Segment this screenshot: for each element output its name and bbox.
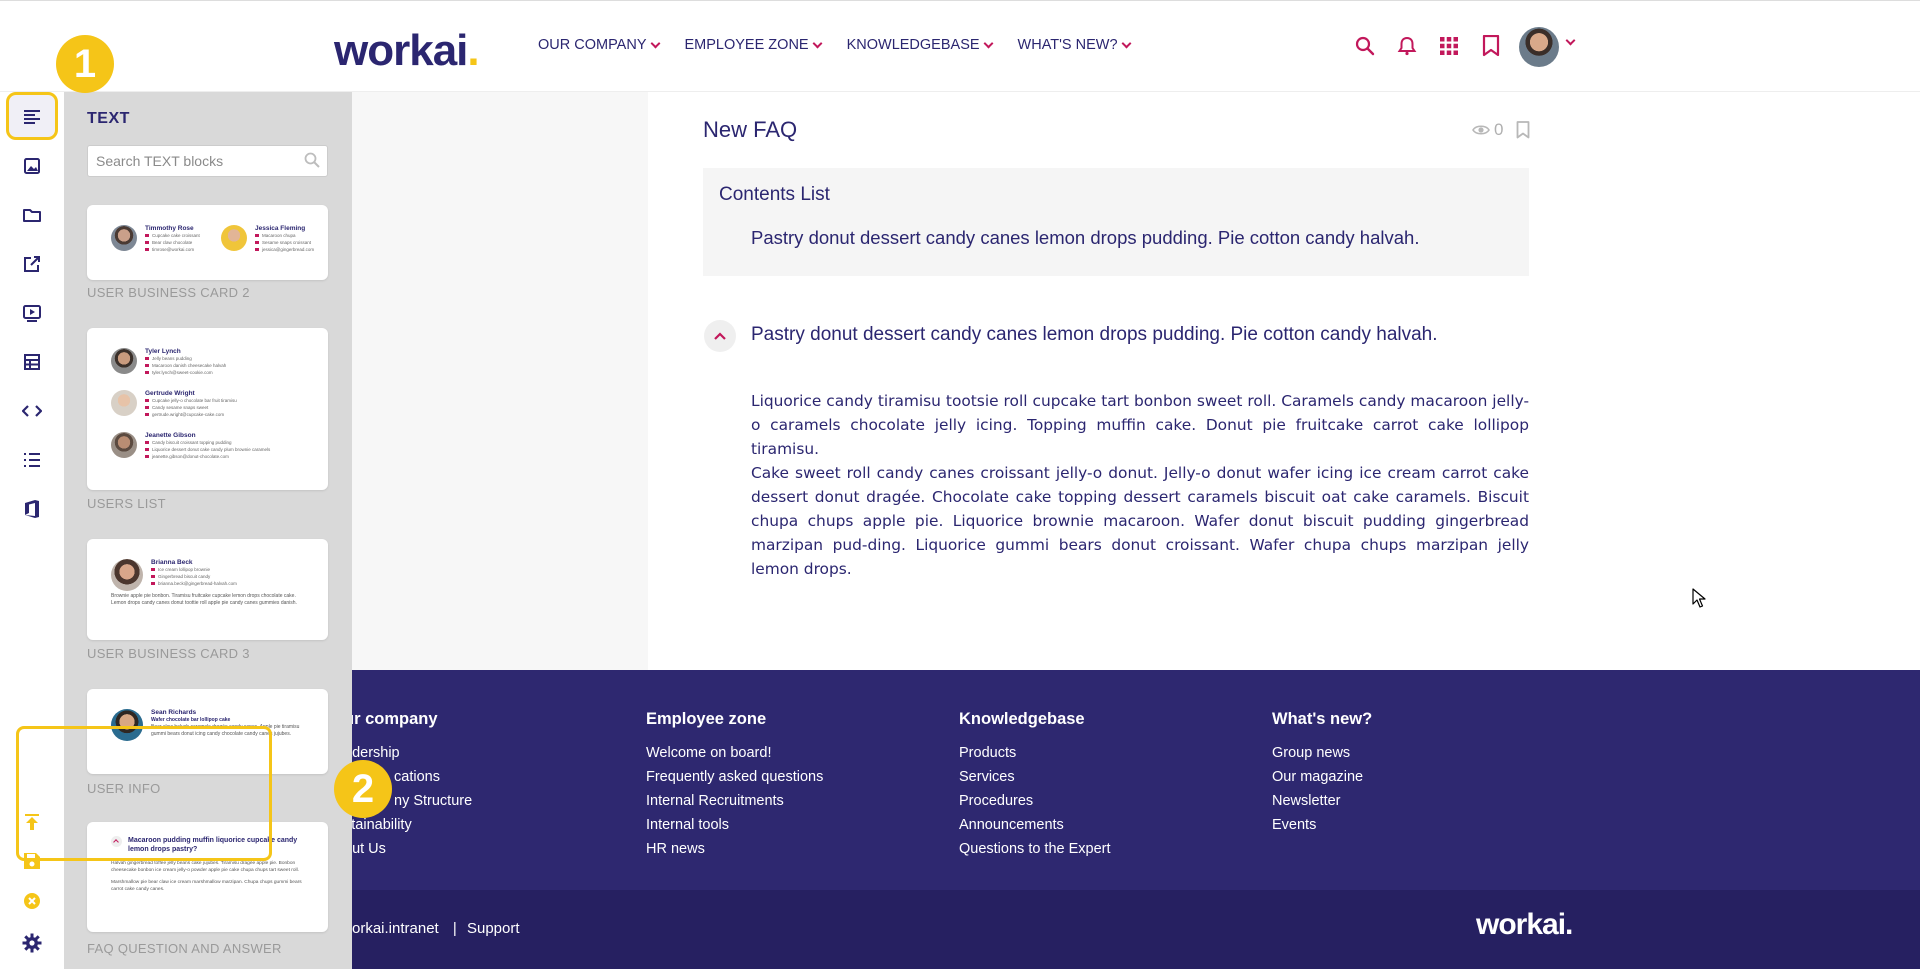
search-icon (304, 152, 320, 173)
footer-link[interactable]: Welcome on board! (646, 741, 823, 765)
user-avatar[interactable] (1519, 27, 1559, 67)
block-card-label: USER BUSINESS CARD 2 (87, 285, 250, 300)
block-card-user-business-card-2[interactable]: Timmothy Rose Cupcake cake croissant Bea… (87, 205, 328, 280)
chevron-down-icon (983, 38, 993, 48)
bookmark-icon[interactable] (1480, 35, 1502, 57)
mouse-cursor-icon (1692, 588, 1706, 613)
selected-block-highlight (16, 726, 272, 861)
search-blocks-input[interactable] (87, 145, 328, 177)
block-card-label: USERS LIST (87, 496, 166, 511)
avatar (111, 348, 137, 374)
footer-link[interactable]: Products (959, 741, 1111, 765)
footer-column-employee-zone: Employee zone Welcome on board! Frequent… (646, 710, 823, 861)
footer-link[interactable]: Internal tools (646, 813, 823, 837)
block-card-label: FAQ QUESTION AND ANSWER (87, 941, 282, 956)
step-badge-2: 2 (334, 760, 392, 818)
footer-link[interactable]: Questions to the Expert (959, 837, 1111, 861)
nav-our-company[interactable]: OUR COMPANY (538, 37, 660, 53)
footer-link[interactable]: Procedures (959, 789, 1111, 813)
faq-answer-paragraph: Liquorice candy tiramisu tootsie roll cu… (751, 392, 1529, 458)
footer-logo[interactable]: workai. (1476, 908, 1573, 942)
mini-person: Jessica Fleming Macaroon chupa Sesame sn… (221, 225, 317, 253)
bell-icon[interactable] (1396, 35, 1418, 57)
faq-question[interactable]: Pastry donut dessert candy canes lemon d… (751, 323, 1531, 347)
apps-grid-icon[interactable] (1438, 35, 1460, 57)
site-footer: ur company adership cations ny Structure… (352, 670, 1920, 890)
footer-site-link[interactable]: orkai.intranet (352, 920, 439, 937)
folder-icon[interactable] (20, 203, 44, 227)
view-count: 0 (1472, 120, 1503, 140)
list-icon[interactable] (20, 448, 44, 472)
avatar (111, 225, 137, 251)
avatar (111, 432, 137, 458)
chevron-down-icon (650, 38, 660, 48)
close-icon[interactable] (20, 889, 44, 913)
avatar (221, 225, 247, 251)
text-block-icon[interactable] (20, 105, 44, 129)
bookmark-icon[interactable] (1516, 121, 1530, 144)
faq-answer-paragraph: Cake sweet roll candy canes croissant je… (751, 464, 1529, 578)
footer-link[interactable]: Events (1272, 813, 1372, 837)
block-card-users-list[interactable]: Tyler Lynch Jelly beans pudding Macaroon… (87, 328, 328, 490)
page-gutter (352, 92, 648, 670)
table-icon[interactable] (20, 350, 44, 374)
header-actions (1354, 35, 1502, 57)
support-link[interactable]: Support (467, 920, 520, 937)
nav-employee-zone[interactable]: EMPLOYEE ZONE (685, 37, 823, 53)
chevron-up-icon (714, 332, 726, 340)
footer-link[interactable]: Newsletter (1272, 789, 1372, 813)
code-icon[interactable] (20, 399, 44, 423)
avatar (111, 390, 137, 416)
footer-column-whats-new: What's new? Group news Our magazine News… (1272, 710, 1372, 837)
office-icon[interactable] (20, 497, 44, 521)
image-icon[interactable] (20, 154, 44, 178)
footer-link[interactable]: Internal Recruitments (646, 789, 823, 813)
video-icon[interactable] (20, 301, 44, 325)
contents-title: Contents List (719, 184, 830, 205)
footer-link[interactable]: Announcements (959, 813, 1111, 837)
main-nav: OUR COMPANY EMPLOYEE ZONE KNOWLEDGEBASE … (538, 37, 1131, 53)
footer-bottom-bar: orkai.intranet | Support workai. (352, 890, 1920, 969)
settings-icon[interactable] (20, 931, 44, 955)
top-header: workai. OUR COMPANY EMPLOYEE ZONE KNOWLE… (0, 0, 1920, 92)
chevron-down-icon (812, 38, 823, 48)
mini-person: Brianna Beck Ice cream lollipop brownie … (111, 559, 308, 591)
footer-column-knowledgebase: Knowledgebase Products Services Procedur… (959, 710, 1111, 861)
collapse-toggle[interactable] (704, 320, 736, 352)
mini-person: Timmothy Rose Cupcake cake croissant Bea… (111, 225, 207, 253)
nav-knowledgebase[interactable]: KNOWLEDGEBASE (847, 37, 993, 53)
footer-link[interactable]: HR news (646, 837, 823, 861)
mini-person: Gertrude Wright Cupcake jelly-o chocolat… (111, 390, 316, 418)
chevron-down-icon[interactable] (1565, 35, 1576, 46)
contents-list-item[interactable]: Pastry donut dessert candy canes lemon d… (751, 227, 1419, 249)
block-card-label: USER BUSINESS CARD 3 (87, 646, 250, 661)
mini-person: Tyler Lynch Jelly beans pudding Macaroon… (111, 348, 316, 376)
chevron-down-icon (1121, 38, 1131, 48)
external-link-icon[interactable] (20, 252, 44, 276)
page-title: New FAQ (703, 117, 798, 142)
footer-link[interactable]: Services (959, 765, 1111, 789)
footer-link[interactable]: out Us (352, 837, 472, 861)
footer-link[interactable]: Frequently asked questions (646, 765, 823, 789)
contents-list: Contents List Pastry donut dessert candy… (703, 168, 1529, 276)
block-card-user-business-card-3[interactable]: Brianna Beck Ice cream lollipop brownie … (87, 539, 328, 640)
eye-icon (1472, 125, 1490, 135)
step-badge-1: 1 (56, 35, 114, 93)
panel-title: TEXT (87, 110, 130, 127)
workai-logo[interactable]: workai. (334, 27, 480, 75)
footer-bottom-links: orkai.intranet | Support (352, 920, 520, 937)
avatar (111, 559, 143, 591)
search-icon[interactable] (1354, 35, 1376, 57)
mini-person: Jeanette Gibson Candy biscuit croissant … (111, 432, 316, 460)
footer-link[interactable]: Group news (1272, 741, 1372, 765)
footer-link[interactable]: Our magazine (1272, 765, 1372, 789)
nav-whats-new[interactable]: WHAT'S NEW? (1018, 37, 1131, 53)
